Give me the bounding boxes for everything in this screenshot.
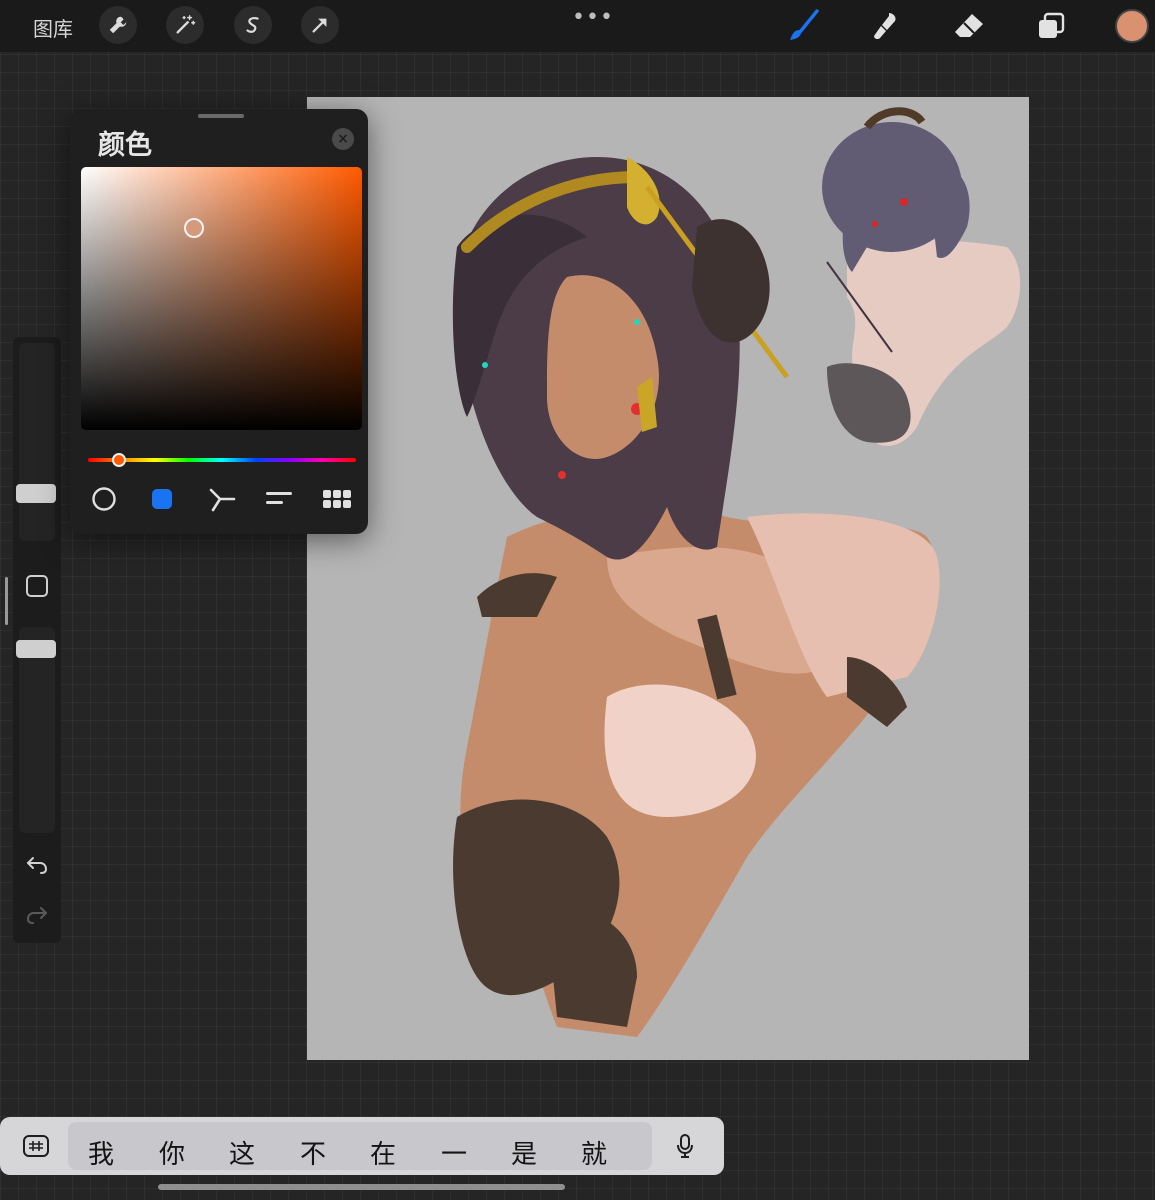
harmony-mode-icon	[209, 488, 236, 512]
color-picker-cursor[interactable]	[184, 218, 204, 238]
undo-button[interactable]	[25, 853, 49, 877]
color-panel: 颜色 ×	[70, 109, 368, 534]
tab-disc[interactable]	[89, 487, 119, 511]
transform-button[interactable]	[301, 6, 339, 44]
layers-icon	[1039, 12, 1065, 38]
candidate-word[interactable]: 是	[511, 1134, 537, 1171]
drawing-canvas[interactable]	[307, 97, 1029, 1060]
grid-keyboard-icon	[23, 1135, 49, 1157]
classic-mode-icon	[152, 489, 172, 509]
candidate-word[interactable]: 在	[370, 1134, 396, 1171]
brush-size-thumb[interactable]	[16, 484, 56, 503]
eraser-tool-button[interactable]	[950, 8, 988, 44]
adjustments-button[interactable]	[166, 6, 204, 44]
color-panel-title: 颜色	[98, 130, 152, 161]
brush-size-slider[interactable]	[19, 343, 55, 541]
tab-palettes[interactable]	[322, 487, 352, 511]
wrench-icon	[109, 16, 127, 34]
eraser-icon	[955, 14, 983, 37]
small-character-sketch	[822, 107, 1021, 446]
left-sidebar	[13, 337, 61, 943]
transform-arrow-icon	[312, 18, 327, 33]
candidate-word[interactable]: 一	[441, 1134, 467, 1171]
panel-grabber[interactable]	[198, 114, 244, 118]
dictation-button[interactable]	[670, 1131, 700, 1161]
value-mode-icon	[266, 492, 292, 504]
brush-icon	[790, 9, 819, 40]
opacity-thumb[interactable]	[16, 640, 56, 658]
modify-button[interactable]	[26, 575, 48, 597]
candidate-word[interactable]: 就	[581, 1134, 607, 1171]
redo-icon	[26, 907, 47, 924]
selection-icon	[246, 17, 259, 33]
magic-wand-icon	[176, 15, 196, 34]
tab-value[interactable]	[264, 487, 294, 511]
home-indicator[interactable]	[158, 1184, 565, 1190]
close-icon: ×	[337, 131, 349, 147]
candidate-word[interactable]: 你	[159, 1134, 185, 1171]
brush-tool-button[interactable]	[785, 8, 823, 44]
top-toolbar: 图库 •••	[0, 0, 1155, 52]
selection-button[interactable]	[234, 6, 272, 44]
candidate-list: 我 你 这 不 在 一 是 就	[68, 1122, 652, 1170]
candidate-word[interactable]: 这	[229, 1134, 255, 1171]
smudge-icon	[874, 13, 896, 40]
microphone-icon	[677, 1134, 693, 1158]
redo-button[interactable]	[25, 903, 49, 927]
actions-wrench-button[interactable]	[99, 6, 137, 44]
keyboard-candidate-bar: 我 你 这 不 在 一 是 就	[0, 1117, 724, 1175]
smudge-tool-button[interactable]	[867, 8, 905, 44]
undo-icon	[27, 857, 48, 874]
layers-button[interactable]	[1032, 8, 1070, 44]
artwork-illustration	[452, 107, 1021, 1037]
saturation-brightness-square[interactable]	[81, 167, 362, 430]
gallery-button[interactable]: 图库	[33, 13, 73, 42]
current-color-swatch[interactable]	[1115, 9, 1149, 43]
keyboard-input-toggle[interactable]	[21, 1131, 51, 1161]
hue-slider-thumb[interactable]	[112, 453, 126, 467]
candidate-word[interactable]: 我	[88, 1134, 114, 1171]
tab-classic[interactable]	[147, 487, 177, 511]
tab-harmony[interactable]	[207, 487, 237, 512]
palettes-mode-icon	[323, 490, 351, 508]
sidebar-drag-handle[interactable]	[5, 577, 8, 625]
close-button[interactable]: ×	[332, 128, 354, 150]
candidate-word[interactable]: 不	[300, 1134, 326, 1171]
hue-slider[interactable]	[88, 458, 356, 462]
disc-mode-icon	[92, 487, 116, 511]
more-menu-button[interactable]: •••	[572, 5, 614, 30]
